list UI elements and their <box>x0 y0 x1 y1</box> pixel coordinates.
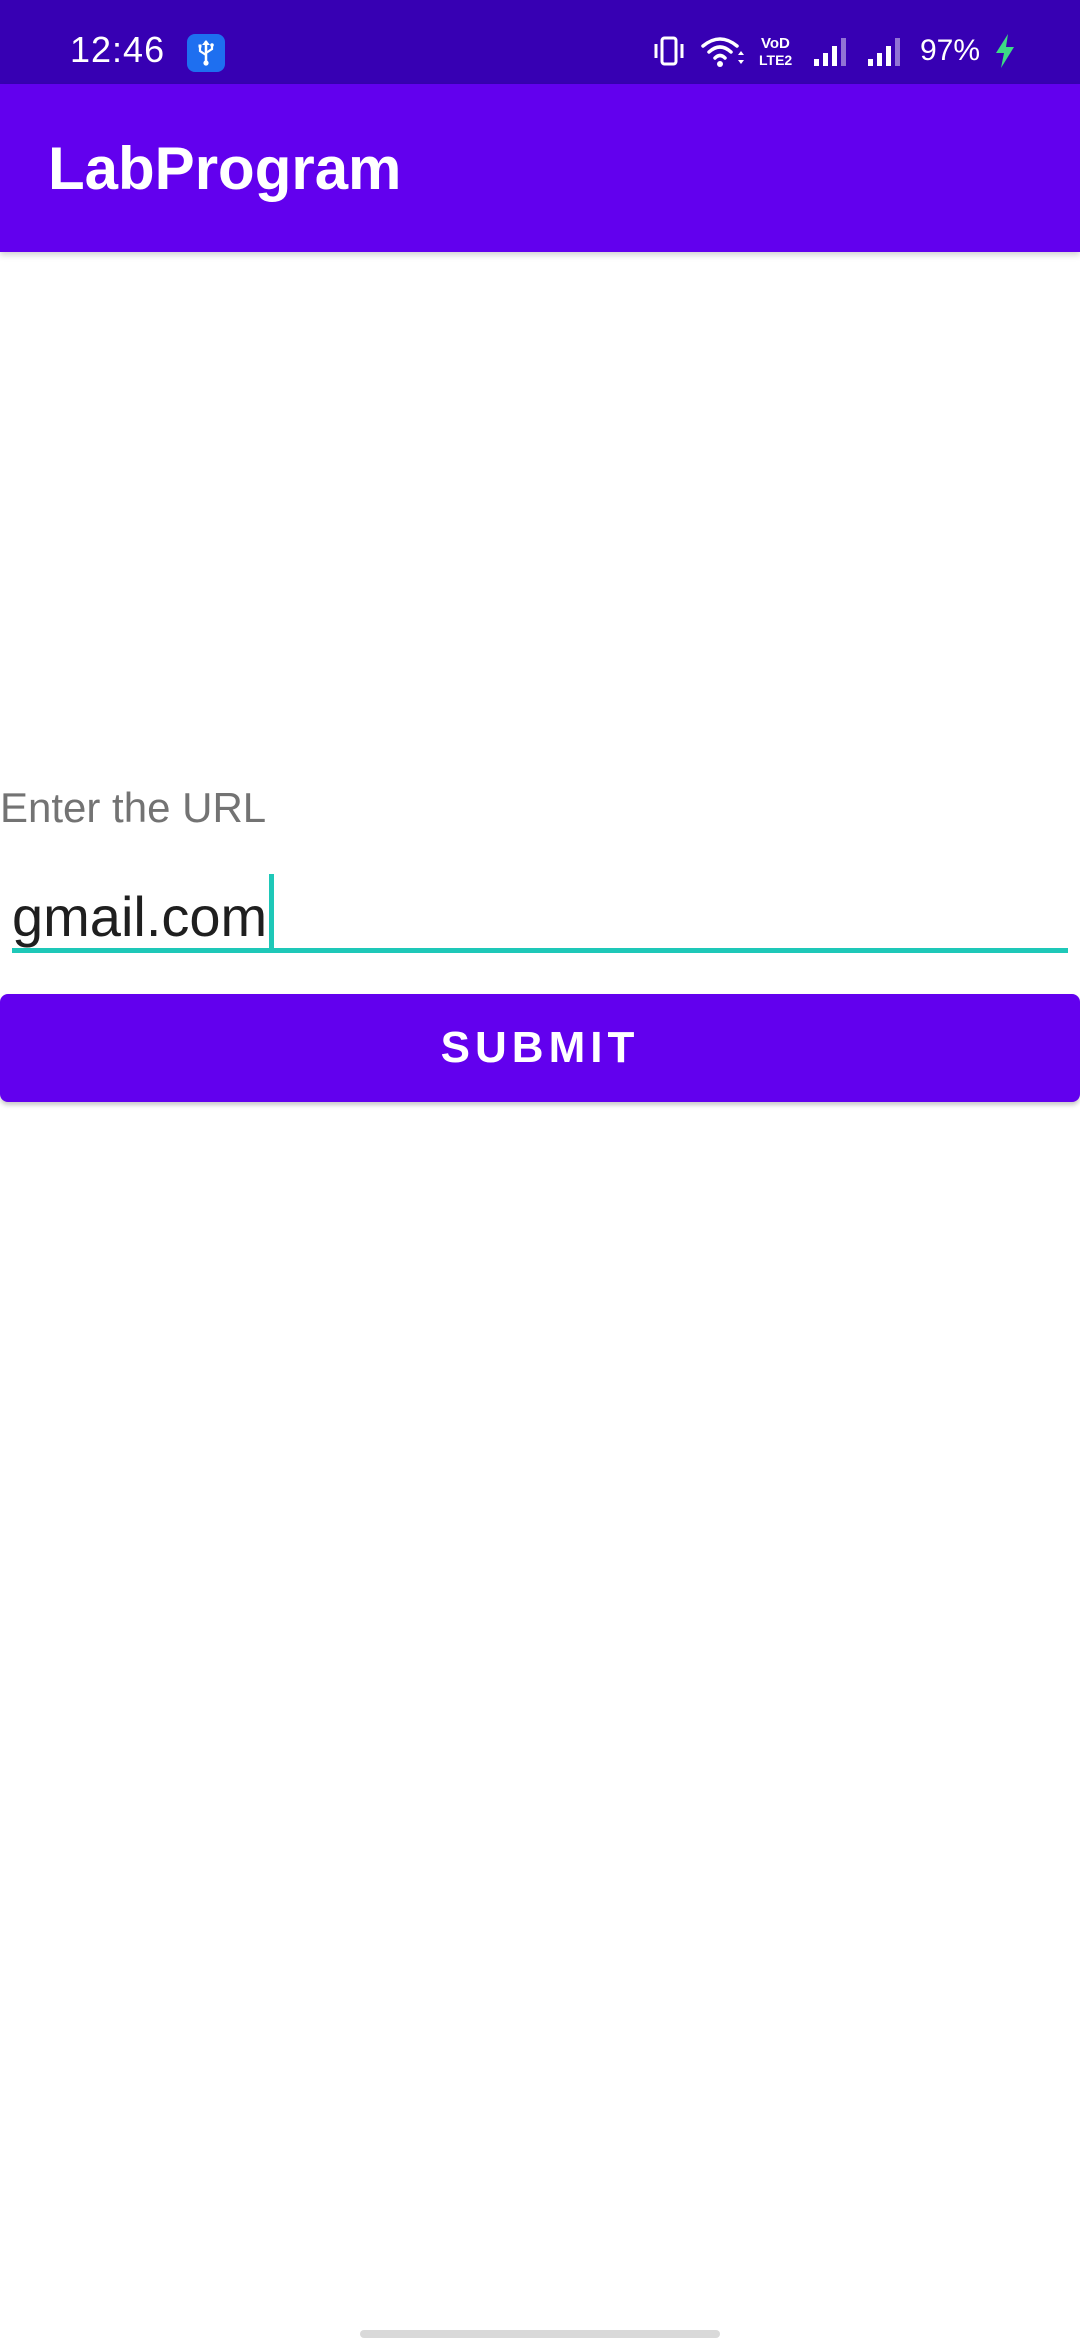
signal-icon <box>867 38 900 66</box>
charging-bolt-icon <box>996 34 1014 68</box>
url-input-text: gmail.com <box>12 885 268 948</box>
app-bar: LabProgram <box>0 84 1080 252</box>
wifi-icon <box>701 37 744 67</box>
signal-icon <box>813 38 846 66</box>
url-label: Enter the URL <box>0 784 267 831</box>
submit-button[interactable]: SUBMIT <box>0 994 1080 1102</box>
usb-icon <box>187 34 225 72</box>
vibrate-icon <box>654 36 684 66</box>
app-title: LabProgram <box>48 135 402 202</box>
url-input-value[interactable]: gmail.com <box>12 874 275 950</box>
battery-percent: 97% <box>919 34 980 67</box>
text-cursor <box>269 874 275 950</box>
status-time: 12:46 <box>70 29 166 70</box>
screen: 12:46 VoD LTE2 97% LabProgram Enter the … <box>0 0 1080 2340</box>
status-icons: VoD LTE2 97% <box>652 28 1016 74</box>
volte-icon: VoD LTE2 <box>759 35 792 68</box>
url-input-underline <box>12 948 1068 953</box>
status-bar: 12:46 VoD LTE2 97% <box>0 0 1080 84</box>
svg-text:LTE2: LTE2 <box>759 52 792 68</box>
home-indicator[interactable] <box>360 2330 720 2338</box>
svg-text:VoD: VoD <box>761 35 790 52</box>
url-input-field[interactable]: gmail.com <box>12 862 1068 954</box>
